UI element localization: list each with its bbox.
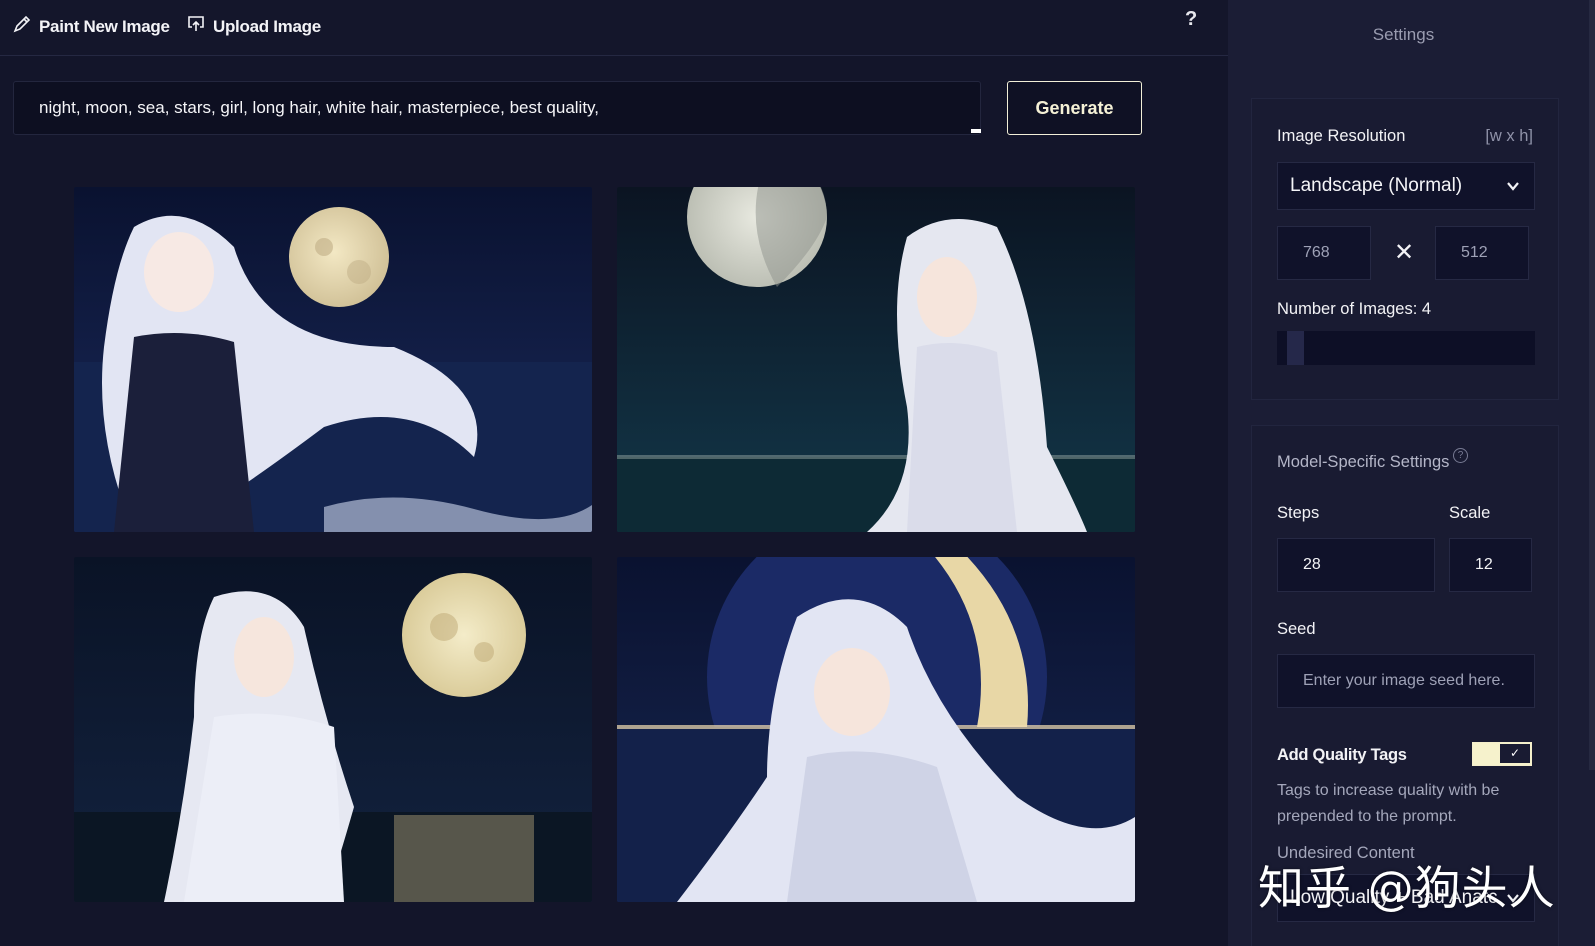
- times-icon: ✕: [1394, 239, 1415, 266]
- generated-image-2[interactable]: [617, 187, 1135, 532]
- add-quality-tags-label: Add Quality Tags: [1277, 746, 1407, 764]
- seed-label: Seed: [1277, 620, 1316, 638]
- resolution-preset-value: Landscape (Normal): [1290, 175, 1463, 196]
- top-toolbar: Paint New Image Upload Image ?: [0, 0, 1228, 56]
- height-input[interactable]: 512: [1435, 226, 1529, 280]
- number-of-images-text: Number of Images:: [1277, 300, 1418, 318]
- seed-input[interactable]: Enter your image seed here.: [1277, 654, 1535, 708]
- check-icon: ✓: [1500, 744, 1530, 763]
- paint-new-image-button[interactable]: Paint New Image: [12, 14, 170, 39]
- settings-scrollbar[interactable]: [1589, 0, 1595, 770]
- add-quality-tags-toggle[interactable]: ✓: [1472, 742, 1532, 766]
- help-button[interactable]: ?: [1185, 8, 1197, 31]
- number-of-images-slider[interactable]: [1277, 331, 1535, 365]
- width-input[interactable]: 768: [1277, 226, 1371, 280]
- generated-image-4[interactable]: [617, 557, 1135, 902]
- number-of-images-value: 4: [1421, 300, 1432, 318]
- settings-title: Settings: [1372, 25, 1435, 44]
- resolution-hint: [w x h]: [1485, 127, 1533, 145]
- watermark-text: 知乎 @狗头人: [1258, 861, 1556, 915]
- brush-icon: [12, 14, 32, 39]
- resize-handle[interactable]: [971, 129, 981, 133]
- chevron-down-icon: [1504, 177, 1522, 195]
- generate-button[interactable]: Generate: [1007, 81, 1142, 135]
- image-resolution-card: Image Resolution [w x h] Landscape (Norm…: [1251, 98, 1559, 400]
- resolution-preset-select[interactable]: Landscape (Normal): [1277, 162, 1535, 210]
- upload-image-label: Upload Image: [213, 16, 321, 36]
- steps-label: Steps: [1277, 504, 1320, 522]
- generated-image-1[interactable]: [74, 187, 592, 532]
- settings-panel: Settings Image Resolution [w x h] Landsc…: [1228, 0, 1595, 946]
- model-settings-title: Model-Specific Settings: [1277, 453, 1450, 471]
- number-of-images-label: Number of Images: 4: [1277, 300, 1431, 319]
- info-icon[interactable]: ?: [1453, 448, 1468, 463]
- quality-tags-description: Tags to increase quality with be prepend…: [1277, 782, 1500, 825]
- steps-input[interactable]: 28: [1277, 538, 1435, 592]
- scale-label: Scale: [1449, 504, 1491, 522]
- generated-image-3[interactable]: [74, 557, 592, 902]
- scale-input[interactable]: 12: [1449, 538, 1532, 592]
- paint-new-image-label: Paint New Image: [39, 16, 170, 36]
- upload-image-button[interactable]: Upload Image: [186, 14, 321, 39]
- prompt-input[interactable]: [13, 81, 981, 135]
- slider-thumb[interactable]: [1287, 331, 1304, 365]
- upload-icon: [186, 14, 206, 39]
- image-resolution-label: Image Resolution: [1277, 127, 1406, 145]
